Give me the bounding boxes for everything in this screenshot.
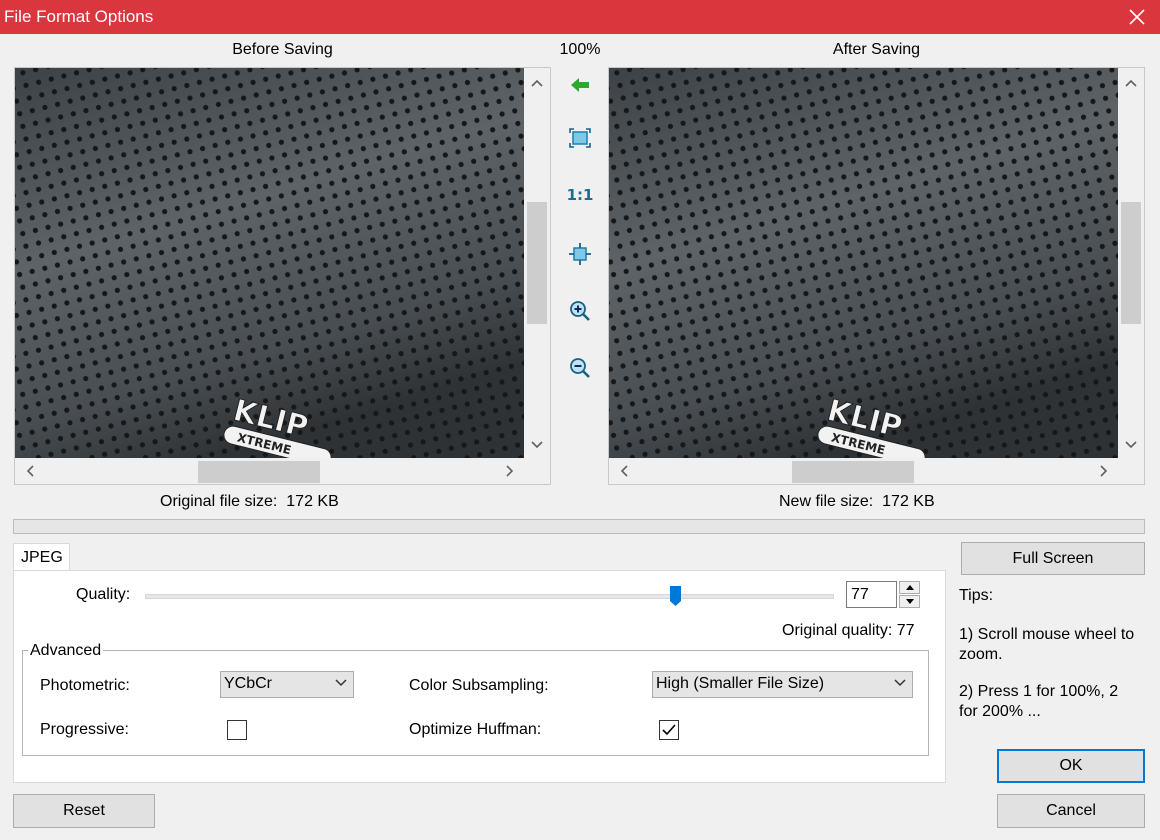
fit-window-button[interactable] [566,124,594,152]
chevron-down-icon [531,441,543,449]
original-size-value: 172 KB [286,493,339,510]
tip-2: 2) Press 1 for 100%, 2 for 200% ... [959,682,1118,722]
triangle-down-icon [905,599,914,604]
chevron-down-icon [894,679,906,687]
color-subsampling-select[interactable]: High (Smaller File Size) [652,671,913,698]
quality-input[interactable] [846,581,897,608]
chevron-up-icon [1125,79,1137,87]
advanced-group [22,650,929,756]
after-preview[interactable]: KLIP XTREME [608,67,1145,485]
zoom-level: 100% [559,41,601,58]
scroll-right-button[interactable] [497,458,523,484]
scroll-down-button[interactable] [1118,432,1144,458]
zoom-in-button[interactable] [566,297,594,325]
close-button[interactable] [1114,0,1160,34]
close-icon [1129,9,1145,25]
new-size-label: New file size: [779,493,874,510]
reset-button[interactable]: Reset [13,794,155,828]
zoom-in-icon [570,301,590,321]
quality-increment-button[interactable] [899,581,920,594]
chevron-down-icon [335,679,347,687]
back-arrow-icon [571,78,589,92]
quality-label: Quality: [76,586,131,603]
zoom-out-icon [570,358,590,378]
actual-size-icon: 1:1 [566,186,594,204]
quality-stepper[interactable] [846,581,920,608]
after-saving-label: After Saving [832,41,921,58]
chevron-left-icon [620,465,628,477]
title-bar: File Format Options [0,0,1160,34]
tip-2-line-2: for 200% ... [959,703,1041,720]
scroll-down-button[interactable] [524,432,550,458]
full-screen-button[interactable]: Full Screen [961,542,1145,575]
original-quality-label: Original quality: 77 [782,622,915,639]
chevron-down-icon [1125,441,1137,449]
after-horizontal-scrollbar[interactable] [609,458,1118,484]
ok-button[interactable]: OK [997,749,1145,783]
vertical-scroll-thumb[interactable] [527,202,547,324]
before-saving-label: Before Saving [232,41,333,58]
cancel-button[interactable]: Cancel [997,794,1145,828]
new-file-size: New file size: 172 KB [779,493,935,511]
new-size-value: 172 KB [882,493,935,510]
color-subsampling-label: Color Subsampling: [409,677,549,694]
zoom-out-button[interactable] [566,354,594,382]
photometric-select[interactable]: YCbCr [220,671,354,698]
after-vertical-scrollbar[interactable] [1118,68,1144,458]
vertical-scroll-thumb[interactable] [1121,202,1141,324]
chevron-left-icon [26,465,34,477]
scroll-right-button[interactable] [1091,458,1117,484]
center-image-button[interactable] [566,240,594,268]
tip-1-line-2: zoom. [959,646,1003,663]
actual-size-button[interactable]: 1:1 [566,181,594,209]
triangle-up-icon [905,585,914,590]
original-size-label: Original file size: [160,493,278,510]
tip-2-line-1: 2) Press 1 for 100%, 2 [959,683,1119,700]
optimize-huffman-checkbox[interactable] [659,720,679,740]
progressive-checkbox[interactable] [227,720,247,740]
center-icon [569,243,591,265]
color-subsampling-value: High (Smaller File Size) [656,675,825,692]
quality-slider-thumb[interactable] [670,586,682,606]
scroll-left-button[interactable] [611,458,637,484]
tip-1: 1) Scroll mouse wheel to zoom. [959,625,1134,665]
window-title: File Format Options [4,7,154,26]
chevron-right-icon [1100,465,1108,477]
original-file-size: Original file size: 172 KB [160,493,339,511]
chevron-up-icon [531,79,543,87]
progress-bar [13,519,1145,534]
scroll-up-button[interactable] [524,70,550,96]
horizontal-scroll-thumb[interactable] [198,461,320,483]
scroll-up-button[interactable] [1118,70,1144,96]
chevron-right-icon [506,465,514,477]
before-preview-image[interactable]: KLIP XTREME [15,68,524,458]
before-horizontal-scrollbar[interactable] [15,458,524,484]
photometric-value: YCbCr [224,675,273,692]
checkmark-icon [662,724,676,736]
tips-title: Tips: [959,587,994,604]
advanced-group-legend: Advanced [28,642,104,660]
sync-view-button[interactable] [566,71,594,99]
before-vertical-scrollbar[interactable] [524,68,550,458]
before-preview[interactable]: KLIP XTREME [14,67,551,485]
quality-slider-track[interactable] [145,594,834,599]
photometric-label: Photometric: [40,677,130,694]
optimize-huffman-label: Optimize Huffman: [409,721,542,738]
after-preview-image[interactable]: KLIP XTREME [609,68,1118,458]
fit-window-icon [569,128,591,148]
tab-jpeg[interactable]: JPEG [13,543,70,571]
scroll-left-button[interactable] [17,458,43,484]
quality-decrement-button[interactable] [899,595,920,608]
progressive-label: Progressive: [40,721,129,738]
horizontal-scroll-thumb[interactable] [792,461,914,483]
tip-1-line-1: 1) Scroll mouse wheel to [959,626,1135,643]
